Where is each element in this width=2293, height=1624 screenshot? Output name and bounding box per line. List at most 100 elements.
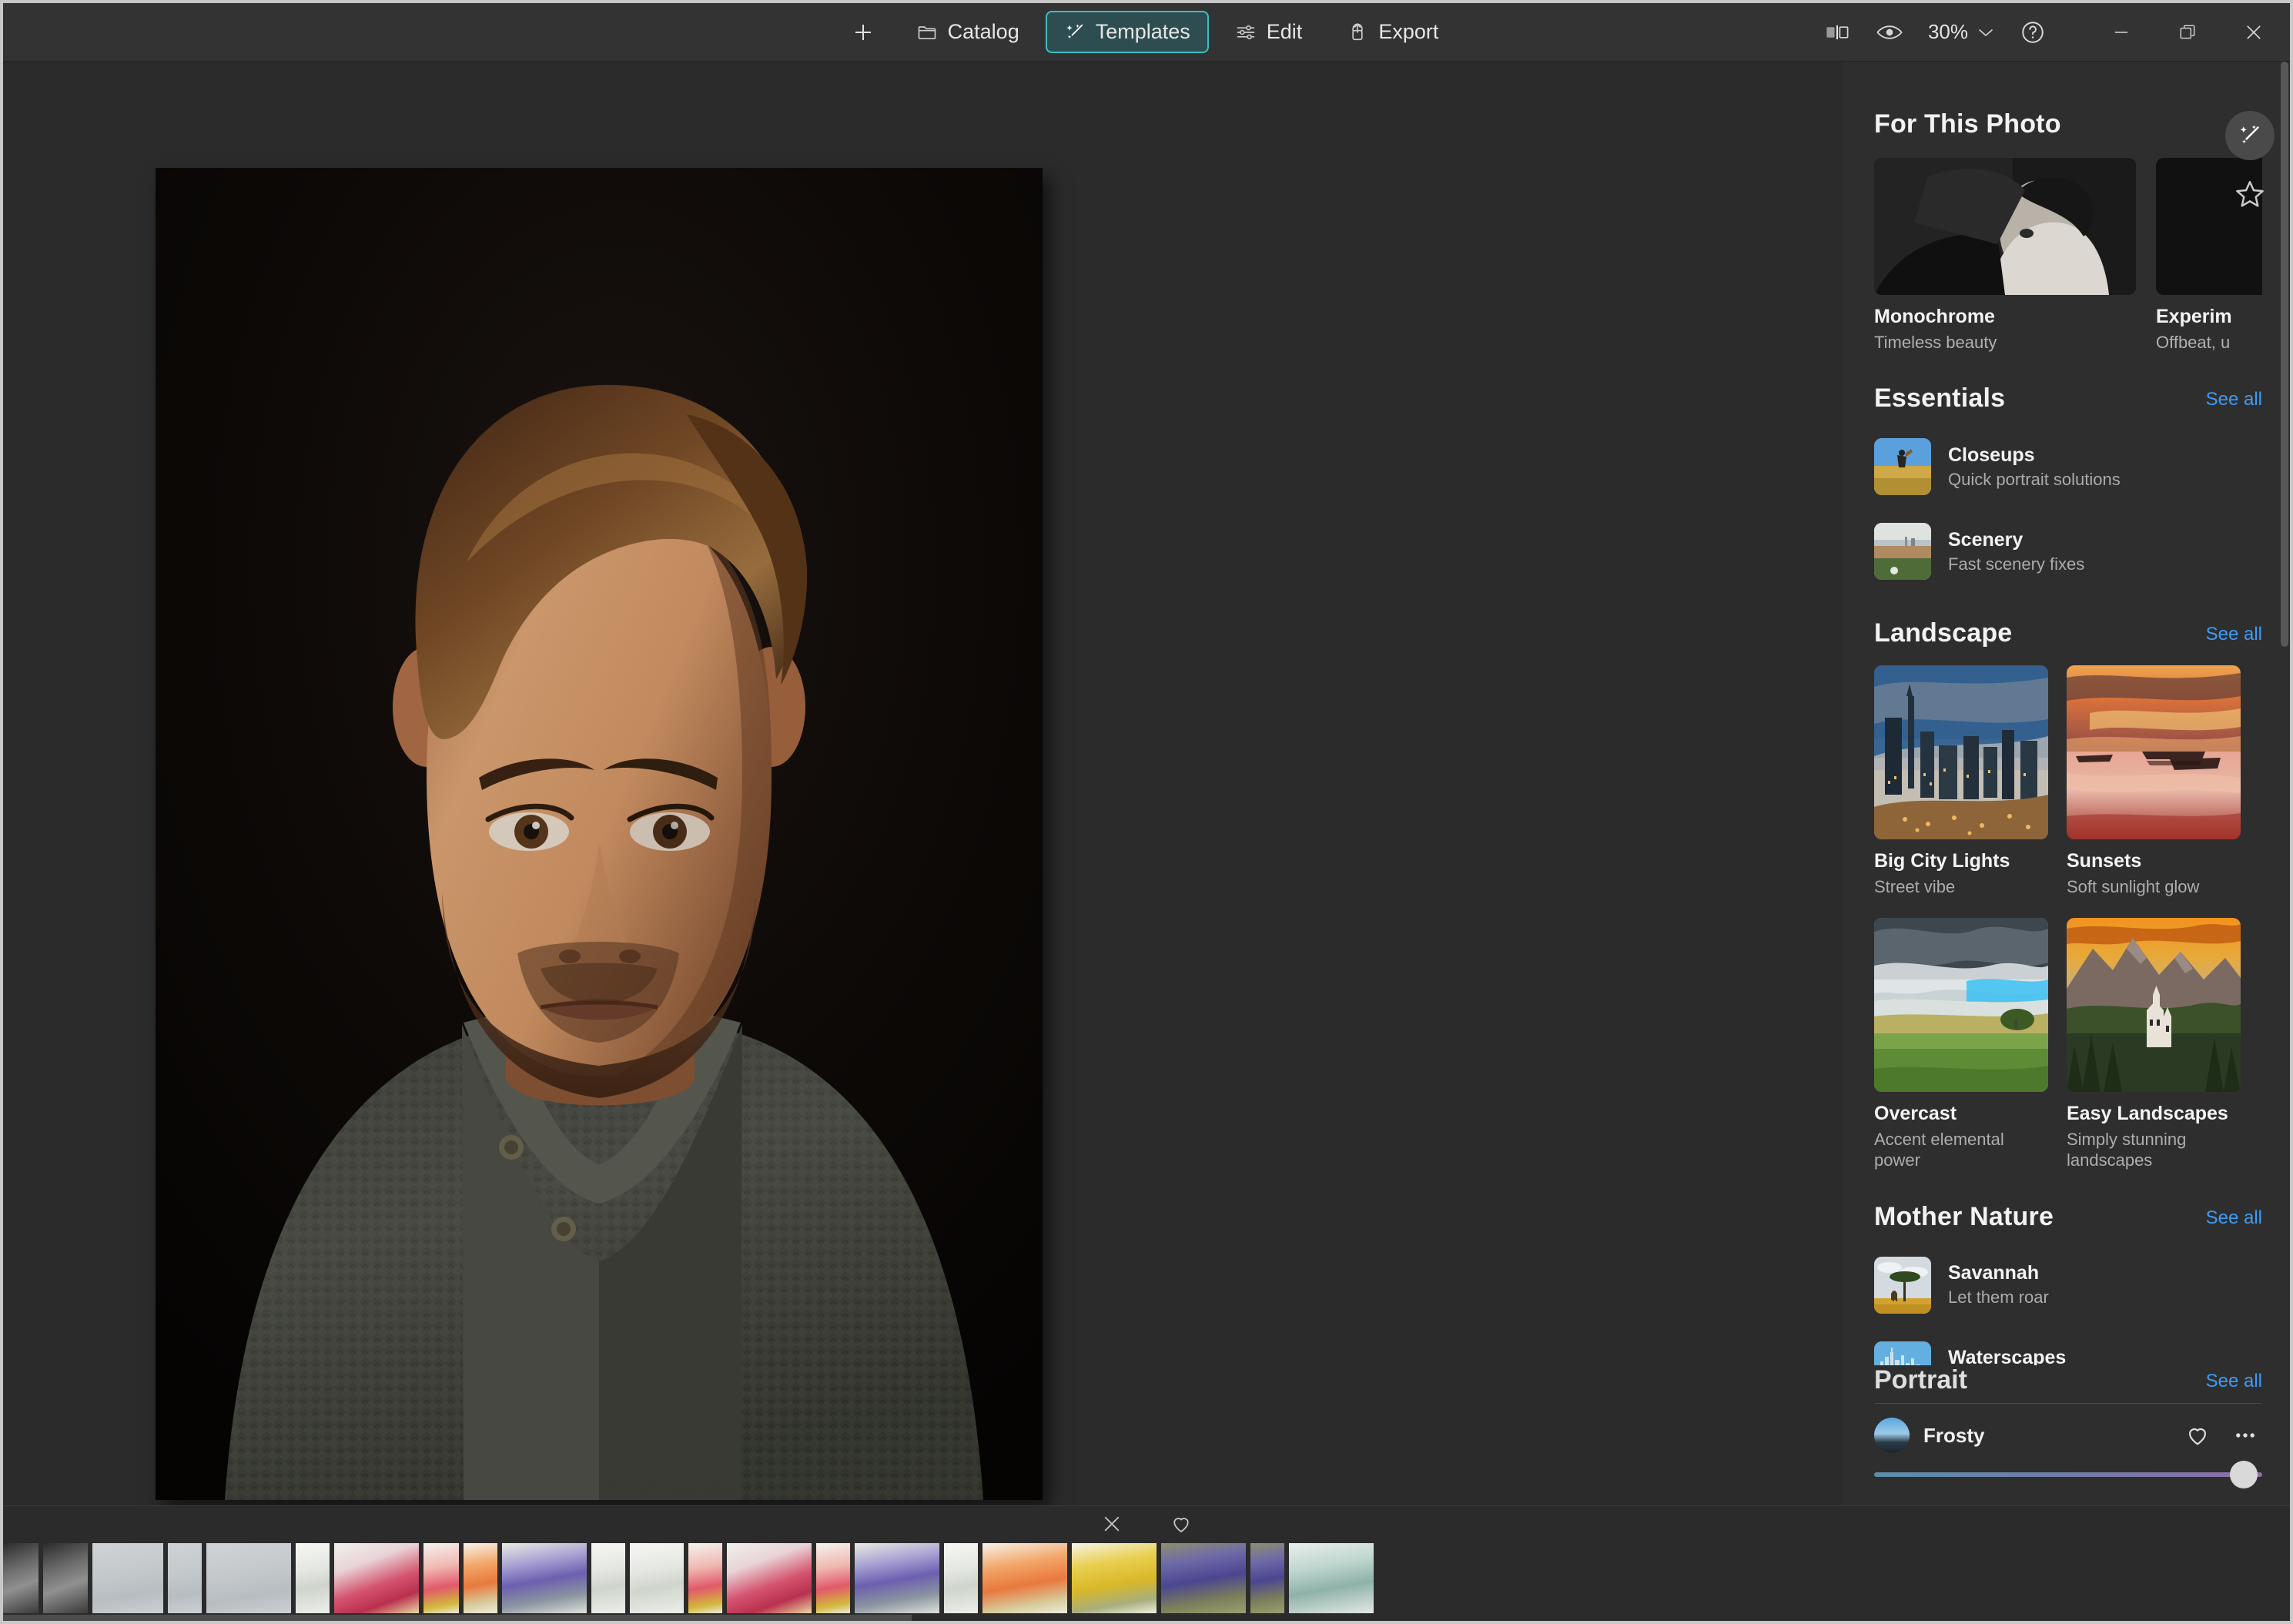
template-card-sunsets[interactable]: Sunsets Soft sunlight glow xyxy=(2067,665,2241,898)
close-button[interactable] xyxy=(2222,3,2285,62)
zoom-level-select[interactable]: 30% xyxy=(1917,14,2005,50)
section-title-essentials: Essentials xyxy=(1874,383,2006,413)
filmstrip-thumbnail[interactable] xyxy=(206,1543,291,1613)
filmstrip-thumbnail[interactable] xyxy=(1289,1543,1374,1613)
active-photo[interactable] xyxy=(156,168,1043,1500)
slider-thumb[interactable] xyxy=(2230,1461,2258,1488)
tab-catalog-label: Catalog xyxy=(947,20,1019,43)
eye-icon[interactable] xyxy=(1865,9,1914,55)
minimize-button[interactable] xyxy=(2090,3,2153,62)
template-card-monochrome[interactable]: Monochrome Timeless beauty xyxy=(1874,158,2136,353)
savannah-art xyxy=(1874,1256,1931,1314)
panel-scrollbar[interactable] xyxy=(2281,62,2288,1365)
question-circle-icon[interactable] xyxy=(2008,9,2057,55)
filmstrip-thumbnail[interactable] xyxy=(944,1543,978,1613)
tab-edit-label: Edit xyxy=(1266,20,1303,43)
list-item-name: Scenery xyxy=(1948,528,2024,551)
section-mother-nature: Mother Nature See all Savannah Let them … xyxy=(1874,1201,2262,1365)
template-card-name: Sunsets xyxy=(2067,850,2142,872)
portrait-divider xyxy=(1874,1403,2262,1404)
see-all-portrait[interactable]: See all xyxy=(2206,1371,2262,1395)
for-this-photo-carousel[interactable]: Monochrome Timeless beauty Experim Offbe… xyxy=(1874,158,2262,353)
filmstrip-thumbnail[interactable] xyxy=(92,1543,163,1613)
templates-panel: For This Photo Monochrome Timeless beaut… xyxy=(1843,62,2290,1505)
template-card-name: Easy Landscapes xyxy=(2067,1102,2228,1124)
portrait-photo xyxy=(156,168,1043,1500)
template-thumbnail xyxy=(1874,665,2048,839)
restore-button[interactable] xyxy=(2156,3,2219,62)
filmstrip-scrollbar[interactable] xyxy=(3,1615,2290,1621)
filmstrip-thumbnail[interactable] xyxy=(630,1543,684,1613)
template-thumbnail xyxy=(1874,158,2136,295)
template-card-easy-landscapes[interactable]: Easy Landscapes Simply stunning landscap… xyxy=(2067,917,2241,1171)
magic-wand-icon[interactable] xyxy=(2225,111,2275,160)
filmstrip-thumbnail[interactable] xyxy=(982,1543,1067,1613)
tab-catalog[interactable]: Catalog xyxy=(898,11,1038,53)
filmstrip-thumbnail[interactable] xyxy=(3,1543,38,1613)
filmstrip-thumbnail[interactable] xyxy=(168,1543,202,1613)
big-city-lights-art xyxy=(1874,665,2048,839)
star-outline-icon[interactable] xyxy=(2225,169,2275,219)
share-upload-icon xyxy=(1347,22,1368,43)
filmstrip-thumbnail[interactable] xyxy=(1161,1543,1246,1613)
template-thumbnail xyxy=(2067,917,2241,1092)
template-card-sub: Accent elemental power xyxy=(1874,1129,2004,1170)
tab-edit[interactable]: Edit xyxy=(1217,11,1321,53)
tab-templates-label: Templates xyxy=(1095,20,1190,43)
sliders-icon xyxy=(1235,22,1257,43)
see-all-landscape[interactable]: See all xyxy=(2206,624,2262,648)
filmstrip-thumbnail[interactable] xyxy=(727,1543,812,1613)
section-essentials: Essentials See all Closeups Quick portra… xyxy=(1874,383,2262,588)
filmstrip-thumbnail[interactable] xyxy=(43,1543,88,1613)
filmstrip-thumbnail[interactable] xyxy=(334,1543,419,1613)
template-card-big-city-lights[interactable]: Big City Lights Street vibe xyxy=(1874,665,2048,898)
filmstrip-thumbnail[interactable] xyxy=(464,1543,497,1613)
panel-scrollbar-thumb[interactable] xyxy=(2281,62,2288,647)
filmstrip-thumbnail[interactable] xyxy=(1072,1543,1157,1613)
preset-row-frosty[interactable]: Frosty xyxy=(1874,1418,2262,1453)
see-all-mother-nature[interactable]: See all xyxy=(2206,1207,2262,1232)
section-title-mother-nature: Mother Nature xyxy=(1874,1201,2054,1231)
section-landscape: Landscape See all Big City Lights Street… xyxy=(1874,618,2262,1171)
app-window: Catalog Templates Edit Export 30% For Th… xyxy=(3,3,2290,1621)
see-all-essentials[interactable]: See all xyxy=(2206,389,2262,414)
list-item-sub: Fast scenery fixes xyxy=(1948,554,2085,574)
filmstrip-thumbnail[interactable] xyxy=(591,1543,625,1613)
heart-outline-icon[interactable] xyxy=(2181,1418,2214,1452)
tab-templates[interactable]: Templates xyxy=(1045,11,1209,53)
preset-strength-slider[interactable] xyxy=(1874,1461,2262,1488)
list-item-thumbnail xyxy=(1874,1256,1931,1314)
folder-icon xyxy=(916,22,938,43)
list-item-name: Savannah xyxy=(1948,1262,2040,1284)
sunsets-art xyxy=(2067,665,2241,839)
template-card-name: Big City Lights xyxy=(1874,850,2010,872)
add-button[interactable] xyxy=(836,12,890,53)
main-body: For This Photo Monochrome Timeless beaut… xyxy=(3,62,2290,1505)
list-item-savannah[interactable]: Savannah Let them roar xyxy=(1874,1249,2262,1321)
section-title-portrait: Portrait xyxy=(1874,1365,1967,1395)
plus-icon xyxy=(852,21,875,44)
filmstrip-thumbnail[interactable] xyxy=(688,1543,722,1613)
tab-export[interactable]: Export xyxy=(1328,11,1457,53)
filmstrip-thumbnails[interactable] xyxy=(3,1542,2290,1621)
filmstrip-thumbnail[interactable] xyxy=(296,1543,330,1613)
filmstrip-thumbnail[interactable] xyxy=(1250,1543,1284,1613)
more-dots-icon[interactable] xyxy=(2228,1418,2262,1452)
before-after-icon[interactable] xyxy=(1813,9,1862,55)
filmstrip-thumbnail[interactable] xyxy=(423,1543,459,1613)
template-card-sub: Street vibe xyxy=(1874,877,1956,896)
close-icon[interactable] xyxy=(1096,1508,1128,1540)
list-item-thumbnail xyxy=(1874,438,1931,495)
panel-scroll-area[interactable]: For This Photo Monochrome Timeless beaut… xyxy=(1843,62,2290,1365)
heart-outline-icon[interactable] xyxy=(1165,1508,1197,1540)
list-item-scenery[interactable]: Scenery Fast scenery fixes xyxy=(1874,515,2262,588)
list-item-closeups[interactable]: Closeups Quick portrait solutions xyxy=(1874,430,2262,503)
template-card-overcast[interactable]: Overcast Accent elemental power xyxy=(1874,917,2048,1171)
photo-canvas[interactable] xyxy=(3,62,1843,1505)
filmstrip-thumbnail[interactable] xyxy=(816,1543,850,1613)
list-item-waterscapes[interactable]: Waterscapes Splendid water photos xyxy=(1874,1334,2262,1365)
filmstrip-thumbnail[interactable] xyxy=(502,1543,587,1613)
filmstrip-thumbnail[interactable] xyxy=(855,1543,939,1613)
list-item-name: Waterscapes xyxy=(1948,1347,2067,1365)
filmstrip-scrollbar-thumb[interactable] xyxy=(3,1615,912,1621)
